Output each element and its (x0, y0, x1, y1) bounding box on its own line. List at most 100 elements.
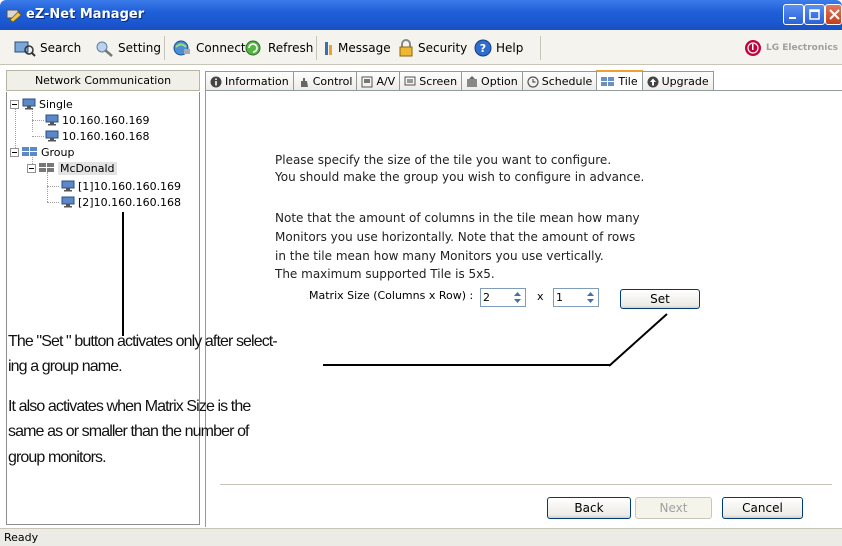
annotation-text: same as or smaller than the number of (8, 423, 250, 440)
toolbar-separator (540, 36, 541, 60)
network-communication-header[interactable]: Network Communication (6, 70, 200, 91)
spinner-arrows-icon[interactable] (584, 290, 597, 305)
search-icon (14, 41, 36, 57)
toolbar-separator (316, 36, 317, 60)
tree-item-device[interactable]: 10.160.160.168 (45, 128, 149, 144)
brand-label: LG Electronics (766, 43, 839, 53)
message-button[interactable]: Message (322, 38, 391, 58)
collapse-icon[interactable] (10, 99, 19, 109)
refresh-label: Refresh (268, 41, 314, 55)
refresh-button[interactable]: Refresh (244, 38, 313, 58)
tree-item-group-device[interactable]: [1]10.160.160.169 (61, 178, 181, 194)
next-button[interactable]: Next (635, 497, 712, 519)
window-title: eZ-Net Manager (26, 7, 145, 22)
maximize-icon (809, 9, 820, 20)
tab-strip: Information Control A/V Screen Option Sc… (205, 70, 714, 91)
tab-label: Option (481, 75, 518, 88)
status-bar: Ready (0, 528, 842, 546)
status-text: Ready (4, 531, 39, 544)
lock-icon (399, 39, 413, 57)
connect-label: Connect (196, 41, 246, 55)
collapse-icon[interactable] (10, 147, 19, 157)
columns-value: 2 (483, 291, 490, 304)
minimize-icon (789, 17, 796, 19)
lg-logo-icon (745, 40, 761, 56)
av-icon (361, 76, 373, 87)
tab-option[interactable]: Option (461, 71, 523, 91)
callout-line-set (323, 364, 610, 366)
maximize-button[interactable] (804, 4, 825, 25)
instruction-line: You should make the group you wish to co… (275, 170, 645, 184)
tab-label: Upgrade (661, 75, 709, 88)
note-line: Note that the amount of columns in the t… (275, 211, 640, 225)
rows-spinner[interactable]: 1 (553, 288, 599, 307)
tree-node-single[interactable]: Single (10, 96, 73, 112)
annotation-text: The "Set " button activates only after s… (8, 333, 278, 350)
tab-label: Screen (419, 75, 458, 88)
tab-label: Control (312, 75, 353, 88)
back-button[interactable]: Back (547, 497, 631, 519)
setting-icon (96, 41, 113, 57)
tile-icon (601, 76, 615, 86)
monitor-icon (22, 98, 36, 110)
tree-label: McDonald (58, 161, 117, 175)
app-icon (6, 9, 22, 23)
tab-tile[interactable]: Tile (596, 70, 643, 91)
tab-schedule[interactable]: Schedule (521, 71, 598, 91)
close-icon (829, 9, 840, 20)
set-button[interactable]: Set (620, 289, 700, 309)
tree-label: [1]10.160.160.169 (78, 179, 182, 193)
screen-icon (404, 76, 416, 85)
tab-label: A/V (376, 75, 396, 88)
tab-label: Tile (618, 75, 638, 88)
tab-label: Schedule (541, 75, 593, 88)
security-button[interactable]: Security (398, 38, 467, 58)
spinner-arrows-icon[interactable] (511, 290, 524, 305)
note-line: The maximum supported Tile is 5x5. (275, 267, 495, 281)
clock-icon (527, 75, 539, 88)
columns-spinner[interactable]: 2 (480, 288, 526, 307)
monitor-icon (45, 130, 59, 142)
tab-label: Information (225, 75, 289, 88)
connect-icon (173, 40, 190, 56)
setting-button[interactable]: Setting (94, 38, 161, 58)
lg-brand: LG Electronics (744, 39, 838, 57)
search-button[interactable]: Search (14, 38, 81, 58)
refresh-icon (245, 40, 261, 56)
times-symbol: x (537, 290, 544, 303)
minimize-button[interactable] (783, 4, 804, 25)
tab-av[interactable]: A/V (356, 71, 401, 91)
annotation-text: group monitors. (8, 449, 107, 466)
toolbar-separator (164, 36, 165, 60)
option-icon (467, 75, 478, 87)
svg-text:?: ? (480, 42, 486, 55)
toolbar: Search Setting Connect Refresh Message S… (0, 30, 842, 65)
help-label: Help (496, 41, 524, 55)
hand-icon (300, 77, 308, 87)
footer-divider (220, 484, 832, 485)
message-label: Message (338, 41, 391, 55)
tree-label: Single (39, 97, 73, 111)
connect-button[interactable]: Connect (172, 38, 246, 58)
monitor-icon (61, 196, 75, 208)
tree-item-device[interactable]: 10.160.160.169 (45, 112, 149, 128)
callout-line-tree (122, 212, 124, 336)
cancel-button[interactable]: Cancel (722, 497, 803, 519)
close-button[interactable] (825, 4, 842, 25)
tab-upgrade[interactable]: Upgrade (641, 71, 714, 91)
tree-label: 10.160.160.169 (62, 113, 150, 127)
callout-diagonal (608, 313, 668, 367)
collapse-icon[interactable] (27, 163, 36, 173)
tab-information[interactable]: Information (205, 71, 294, 91)
tab-screen[interactable]: Screen (399, 71, 463, 91)
tree-node-group[interactable]: Group (10, 144, 75, 160)
help-button[interactable]: ? Help (474, 38, 523, 58)
tree-label: [2]10.160.160.168 (78, 195, 182, 209)
title-bar: eZ-Net Manager (0, 0, 842, 30)
tree-item-group-device[interactable]: [2]10.160.160.168 (61, 194, 181, 210)
tree-node-group-name[interactable]: McDonald (27, 160, 117, 176)
tab-control[interactable]: Control (292, 71, 358, 91)
annotation-text: ing a group name. (8, 358, 123, 375)
message-icon (325, 42, 332, 55)
group-monitors-icon (22, 147, 37, 156)
